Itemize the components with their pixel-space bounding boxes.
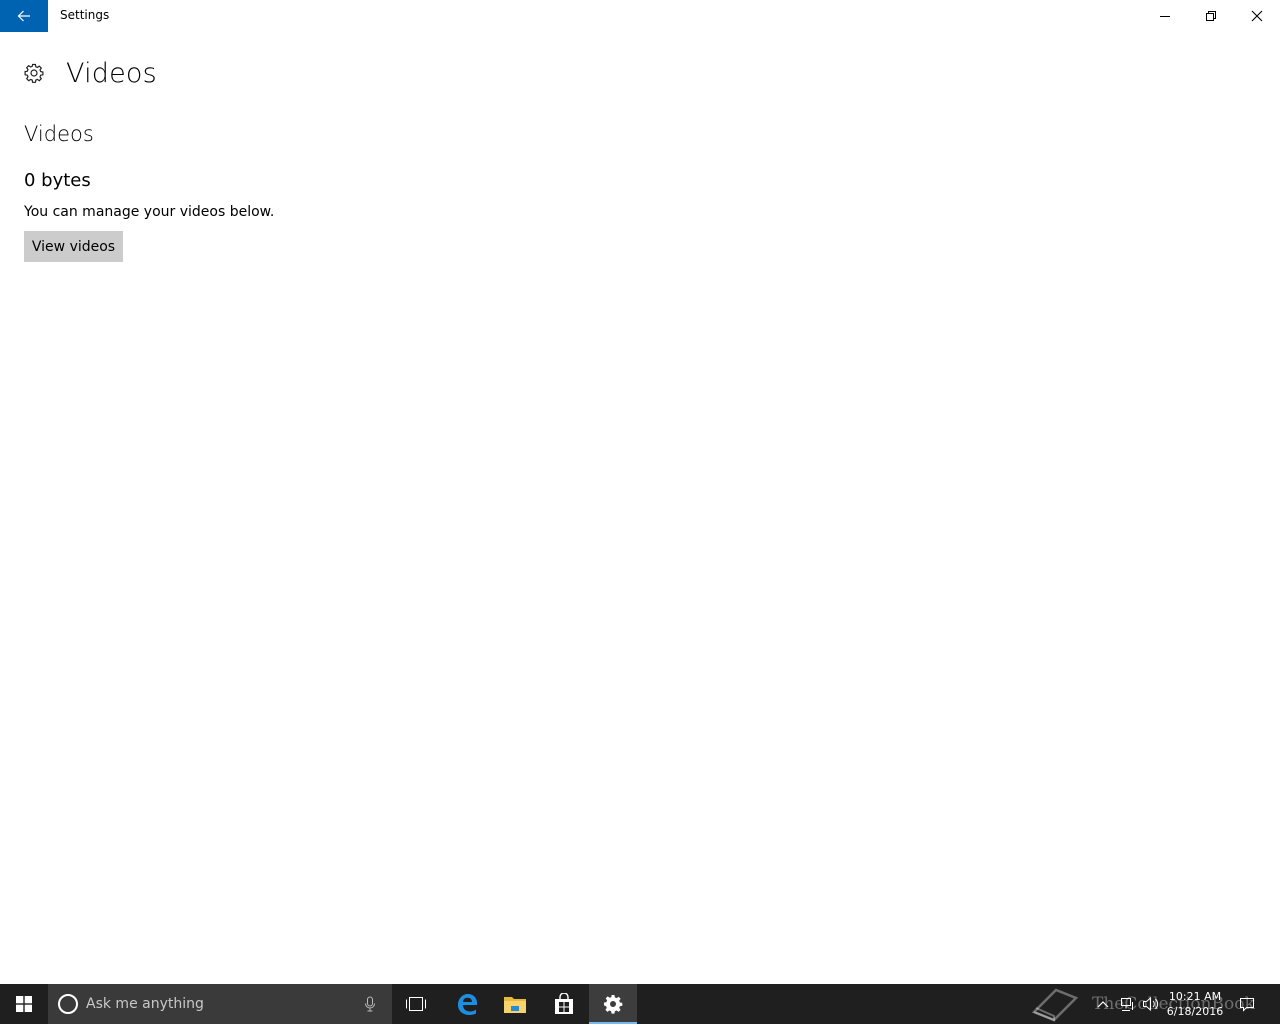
notification-icon: [1240, 998, 1254, 1012]
folder-icon: [504, 997, 526, 1013]
network-icon: [1121, 998, 1133, 1011]
close-icon: [1251, 10, 1263, 22]
task-view-button[interactable]: [392, 984, 440, 1024]
cortana-search-box[interactable]: Ask me anything: [48, 984, 392, 1024]
cortana-icon: [58, 994, 78, 1014]
restore-icon: [1206, 11, 1216, 21]
show-hidden-icons-button[interactable]: [1092, 984, 1114, 1024]
storage-size: 0 bytes: [24, 170, 91, 191]
page-header: Videos: [24, 56, 157, 90]
clock-date: 6/18/2016: [1166, 1005, 1224, 1018]
search-placeholder: Ask me anything: [86, 996, 204, 1012]
start-button[interactable]: [0, 984, 48, 1024]
book-logo-icon: [1030, 986, 1080, 1022]
view-videos-button[interactable]: View videos: [24, 231, 123, 262]
edge-taskbar-button[interactable]: [443, 984, 491, 1024]
minimize-icon: [1160, 16, 1170, 17]
back-button[interactable]: [0, 0, 48, 32]
speaker-icon: [1143, 996, 1159, 1012]
settings-window: Settings Videos Videos 0 bytes You can m…: [0, 0, 1280, 984]
window-title: Settings: [60, 8, 110, 22]
taskbar: Ask me anything TheCollectionBook 10:21 …: [0, 984, 1280, 1024]
windows-logo-icon: [16, 996, 32, 1012]
settings-taskbar-button[interactable]: [589, 984, 637, 1024]
store-taskbar-button[interactable]: [540, 984, 588, 1024]
page-title: Videos: [66, 57, 157, 89]
store-bag-icon: [555, 993, 573, 1014]
title-bar: Settings: [0, 0, 1280, 32]
back-arrow-icon: [17, 10, 30, 22]
volume-tray-button[interactable]: [1140, 984, 1162, 1024]
network-tray-button[interactable]: [1116, 984, 1138, 1024]
taskbar-clock[interactable]: 10:21 AM 6/18/2016: [1164, 984, 1226, 1024]
clock-time: 10:21 AM: [1168, 990, 1222, 1003]
action-center-button[interactable]: [1234, 984, 1260, 1024]
restore-button[interactable]: [1188, 0, 1234, 32]
gear-icon: [24, 63, 44, 83]
settings-gear-icon: [604, 995, 623, 1014]
minimize-button[interactable]: [1142, 0, 1188, 32]
chevron-up-icon: [1097, 1001, 1109, 1008]
task-view-icon: [406, 997, 426, 1011]
edge-icon: [458, 994, 477, 1015]
microphone-icon[interactable]: [360, 994, 380, 1014]
close-button[interactable]: [1234, 0, 1280, 32]
description-text: You can manage your videos below.: [24, 204, 275, 220]
section-title: Videos: [24, 122, 94, 146]
file-explorer-taskbar-button[interactable]: [491, 984, 539, 1024]
